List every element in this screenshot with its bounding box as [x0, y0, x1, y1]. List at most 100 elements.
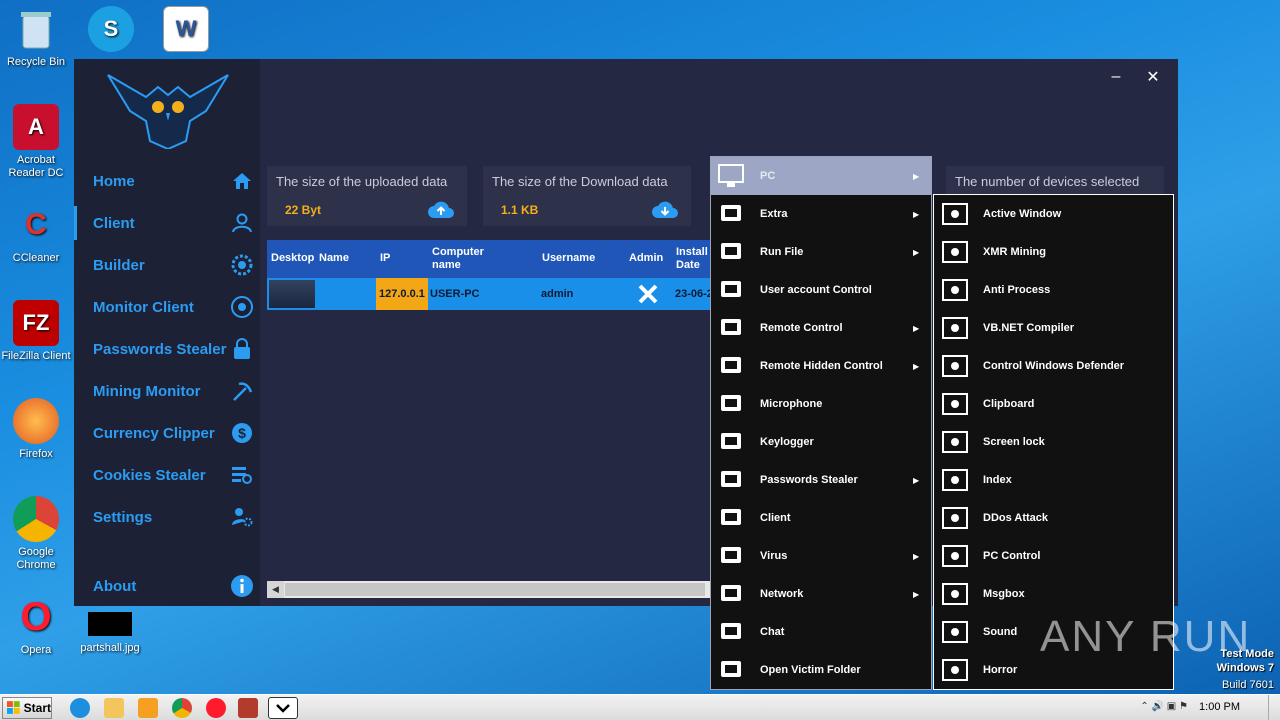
passwords-stealer-icon — [716, 465, 746, 495]
nav-about[interactable]: About — [74, 565, 260, 607]
submenu-item-anti-process[interactable]: Anti Process — [934, 271, 1173, 309]
lock-icon — [230, 337, 254, 361]
menu-item-remote-control[interactable]: Remote Control ▶ — [711, 309, 931, 347]
open-victim-folder-icon — [716, 655, 746, 685]
nav-label: Monitor Client — [93, 298, 194, 316]
desktop-icon-filezilla[interactable]: FZ FileZilla Client — [0, 300, 72, 363]
menu-item-chat[interactable]: Chat — [711, 613, 931, 651]
media-player-taskbar-icon[interactable] — [138, 698, 158, 718]
desktop-icon-skype[interactable]: S — [75, 6, 147, 56]
winrar-taskbar-icon[interactable] — [238, 698, 258, 718]
submenu-item-control-windows-defender[interactable]: Control Windows Defender — [934, 347, 1173, 385]
menu-item-passwords-stealer[interactable]: Passwords Stealer ▶ — [711, 461, 931, 499]
menu-item-extra[interactable]: Extra ▶ — [711, 195, 931, 233]
desktop-icon-word[interactable]: W — [150, 6, 222, 56]
nav-cookies-stealer[interactable]: Cookies Stealer — [74, 454, 260, 496]
menu-item-open-victim-folder[interactable]: Open Victim Folder — [711, 651, 931, 689]
menu-item-network[interactable]: Network ▶ — [711, 575, 931, 613]
submenu-item-pc-control[interactable]: PC Control — [934, 537, 1173, 575]
column-header[interactable]: Desktop — [271, 252, 315, 265]
submenu-item-label: XMR Mining — [983, 246, 1046, 258]
start-button[interactable]: Start — [2, 697, 52, 719]
desktop-icon-partshall[interactable]: partshall.jpg — [74, 612, 146, 655]
desktop-icon-acrobat[interactable]: A Acrobat Reader DC — [0, 104, 72, 180]
scroll-thumb[interactable] — [285, 583, 705, 596]
desktop-icon-ccleaner[interactable]: C CCleaner — [0, 202, 72, 265]
show-desktop-button[interactable] — [1268, 695, 1280, 720]
table-row[interactable]: 127.0.0.1 USER-PC admin 23-06-2 — [267, 278, 710, 310]
firefox-icon — [13, 398, 59, 444]
tray-icons[interactable]: ⌃ 🔊 ▣ ⚑ — [1140, 701, 1188, 712]
nav-settings[interactable]: Settings — [74, 496, 260, 538]
menu-item-microphone[interactable]: Microphone — [711, 385, 931, 423]
menu-item-pc[interactable]: PC ▶ — [711, 157, 931, 195]
sound-icon — [939, 617, 971, 647]
context-menu: PC ▶ Extra ▶ Run File ▶ User account Control Re… — [710, 156, 932, 690]
desktop-icon-recycle-bin[interactable]: Recycle Bin — [0, 6, 72, 69]
ie-taskbar-icon[interactable] — [70, 698, 90, 718]
submenu-item-xmr-mining[interactable]: XMR Mining — [934, 233, 1173, 271]
submenu-item-active-window[interactable]: Active Window — [934, 195, 1173, 233]
menu-item-label: PC — [760, 170, 776, 182]
column-header[interactable]: Username — [542, 252, 595, 265]
app-taskbar-button[interactable] — [268, 697, 298, 719]
desktop-icon-firefox[interactable]: Firefox — [0, 398, 72, 461]
menu-item-keylogger[interactable]: Keylogger — [711, 423, 931, 461]
desktop-icon-chrome[interactable]: Google Chrome — [0, 496, 72, 572]
submenu-item-label: Control Windows Defender — [983, 360, 1125, 372]
submenu-item-screen-lock[interactable]: Screen lock — [934, 423, 1173, 461]
submenu-arrow-icon: ▶ — [913, 209, 920, 219]
submenu-item-clipboard[interactable]: Clipboard — [934, 385, 1173, 423]
scroll-left-icon[interactable]: ◀ — [267, 581, 284, 598]
submenu-item-index[interactable]: Index — [934, 461, 1173, 499]
card-title: The number of devices selected — [955, 174, 1140, 189]
column-header[interactable]: Name — [319, 252, 349, 265]
nav-builder[interactable]: Builder — [74, 244, 260, 286]
remote-hidden-control-icon — [716, 351, 746, 381]
client-icon — [716, 503, 746, 533]
pickaxe-icon — [230, 379, 254, 403]
column-header[interactable]: Computer name — [432, 246, 502, 272]
nav-monitor-client[interactable]: Monitor Client — [74, 286, 260, 328]
desktop-icon-label: CCleaner — [12, 252, 60, 264]
submenu-item-msgbox[interactable]: Msgbox — [934, 575, 1173, 613]
microphone-icon — [716, 389, 746, 419]
opera-taskbar-icon[interactable] — [206, 698, 226, 718]
explorer-taskbar-icon[interactable] — [104, 698, 124, 718]
submenu-item-ddos-attack[interactable]: DDos Attack — [934, 499, 1173, 537]
nav-label: About — [93, 577, 137, 595]
menu-item-label: Chat — [760, 626, 785, 638]
close-button[interactable]: ✕ — [1141, 65, 1165, 89]
info-icon — [230, 574, 254, 598]
nav-currency-clipper[interactable]: Currency Clipper $ — [74, 412, 260, 454]
chrome-taskbar-icon[interactable] — [172, 698, 192, 718]
submenu-item-label: DDos Attack — [983, 512, 1048, 524]
column-header[interactable]: Admin — [629, 252, 663, 265]
msgbox-icon — [939, 579, 971, 609]
anti-process-icon — [939, 275, 971, 305]
menu-item-label: Extra — [760, 208, 788, 220]
horizontal-scrollbar[interactable]: ◀ — [267, 581, 710, 598]
submenu-item-label: Horror — [983, 664, 1018, 676]
minimize-button[interactable]: – — [1104, 65, 1128, 89]
column-header[interactable]: Install Date — [676, 246, 710, 272]
menu-item-virus[interactable]: Virus ▶ — [711, 537, 931, 575]
menu-item-user-account-control[interactable]: User account Control — [711, 271, 931, 309]
column-header[interactable]: IP — [380, 252, 390, 265]
submenu-arrow-icon: ▶ — [913, 171, 920, 181]
menu-item-client[interactable]: Client — [711, 499, 931, 537]
submenu-item-label: VB.NET Compiler — [983, 322, 1075, 334]
recycle-bin-icon — [13, 6, 59, 52]
nav-home[interactable]: Home — [74, 160, 260, 202]
submenu-item-vb-net-compiler[interactable]: VB.NET Compiler — [934, 309, 1173, 347]
index-icon — [939, 465, 971, 495]
menu-item-remote-hidden-control[interactable]: Remote Hidden Control ▶ — [711, 347, 931, 385]
card-title: The size of the uploaded data — [276, 174, 448, 189]
test-mode-label: Test Mode — [1220, 648, 1274, 660]
desktop-icon-opera[interactable]: O Opera — [0, 594, 72, 657]
nav-passwords-stealer[interactable]: Passwords Stealer — [74, 328, 260, 370]
menu-item-run-file[interactable]: Run File ▶ — [711, 233, 931, 271]
nav-client[interactable]: Client — [74, 202, 260, 244]
keylogger-icon — [716, 427, 746, 457]
nav-mining-monitor[interactable]: Mining Monitor — [74, 370, 260, 412]
